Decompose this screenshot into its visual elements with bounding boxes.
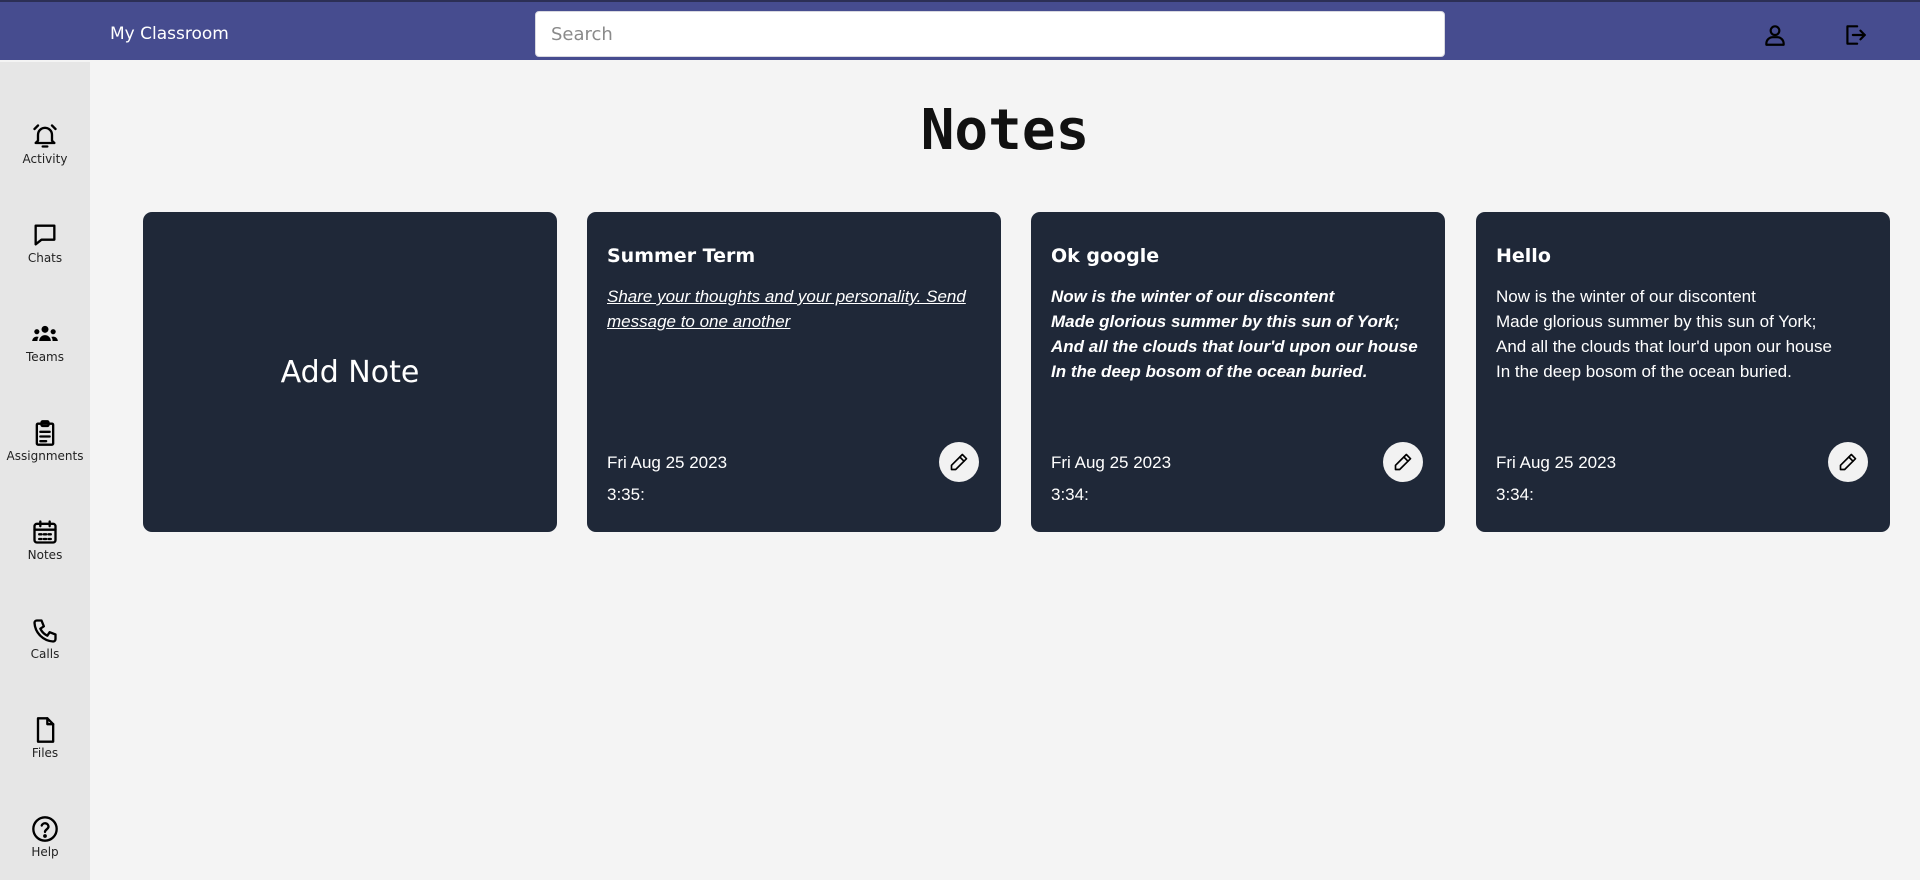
note-time: 3:34:: [1051, 485, 1089, 504]
teams-icon: [32, 325, 58, 341]
note-time: 3:35:: [607, 485, 645, 504]
sidebar-item-label: Activity: [22, 152, 68, 166]
note-date: Fri Aug 25 2023: [1496, 453, 1617, 472]
note-card[interactable]: Hello Now is the winter of our disconten…: [1476, 212, 1890, 532]
note-body: Now is the winter of our discontent Made…: [1051, 287, 1418, 381]
note-body: Share your thoughts and your personality…: [607, 287, 966, 331]
note-title: Summer Term: [607, 245, 756, 267]
sidebar-item-label: Files: [31, 746, 59, 760]
note-date: Fri Aug 25 2023: [1051, 453, 1172, 472]
sidebar-item-teams[interactable]: Teams: [0, 320, 90, 394]
sidebar-item-files[interactable]: Files: [0, 716, 90, 790]
page-title: Notes: [920, 98, 1090, 163]
logout-icon[interactable]: [1842, 22, 1868, 48]
sidebar-item-help[interactable]: Help: [0, 815, 90, 880]
pencil-icon: [1394, 453, 1412, 471]
sidebar-item-notes[interactable]: Notes: [0, 518, 90, 592]
clipboard-icon: [35, 420, 55, 446]
bell-icon: [33, 124, 57, 148]
note-date: Fri Aug 25 2023: [607, 453, 728, 472]
sidebar-item-label: Notes: [27, 548, 63, 562]
add-note-card[interactable]: Add Note: [143, 212, 557, 532]
sidebar-item-label: Chats: [27, 251, 63, 265]
app-title[interactable]: My Classroom: [110, 24, 229, 44]
sidebar-item-label: Help: [31, 845, 59, 859]
note-title: Ok google: [1051, 245, 1160, 267]
add-note-label: Add Note: [280, 354, 420, 390]
note-title: Hello: [1496, 245, 1551, 267]
top-bar: My Classroom: [0, 0, 1920, 60]
pencil-icon: [950, 453, 968, 471]
chat-icon: [34, 224, 56, 246]
help-icon: [32, 816, 58, 842]
note-card[interactable]: Ok google Now is the winter of our disco…: [1031, 212, 1445, 532]
sidebar-item-label: Teams: [26, 350, 64, 364]
file-icon: [36, 717, 55, 743]
sidebar-item-chats[interactable]: Chats: [0, 221, 90, 295]
user-icon[interactable]: [1762, 22, 1788, 48]
sidebar: Activity Chats Teams Assignments Notes C…: [0, 62, 90, 880]
search-input[interactable]: [535, 11, 1445, 57]
sidebar-item-label: Calls: [30, 647, 60, 661]
note-time: 3:34:: [1496, 485, 1534, 504]
pencil-icon: [1839, 453, 1857, 471]
edit-note-button[interactable]: [939, 442, 979, 482]
sidebar-item-activity[interactable]: Activity: [0, 122, 90, 196]
sidebar-item-label: Assignments: [6, 449, 84, 463]
edit-note-button[interactable]: [1383, 442, 1423, 482]
note-card[interactable]: Summer Term Share your thoughts and your…: [587, 212, 1001, 532]
calendar-icon: [33, 520, 57, 544]
edit-note-button[interactable]: [1828, 442, 1868, 482]
note-body: Now is the winter of our discontent Made…: [1496, 287, 1832, 381]
sidebar-item-calls[interactable]: Calls: [0, 617, 90, 691]
phone-icon: [33, 619, 57, 643]
sidebar-item-assignments[interactable]: Assignments: [0, 419, 90, 493]
